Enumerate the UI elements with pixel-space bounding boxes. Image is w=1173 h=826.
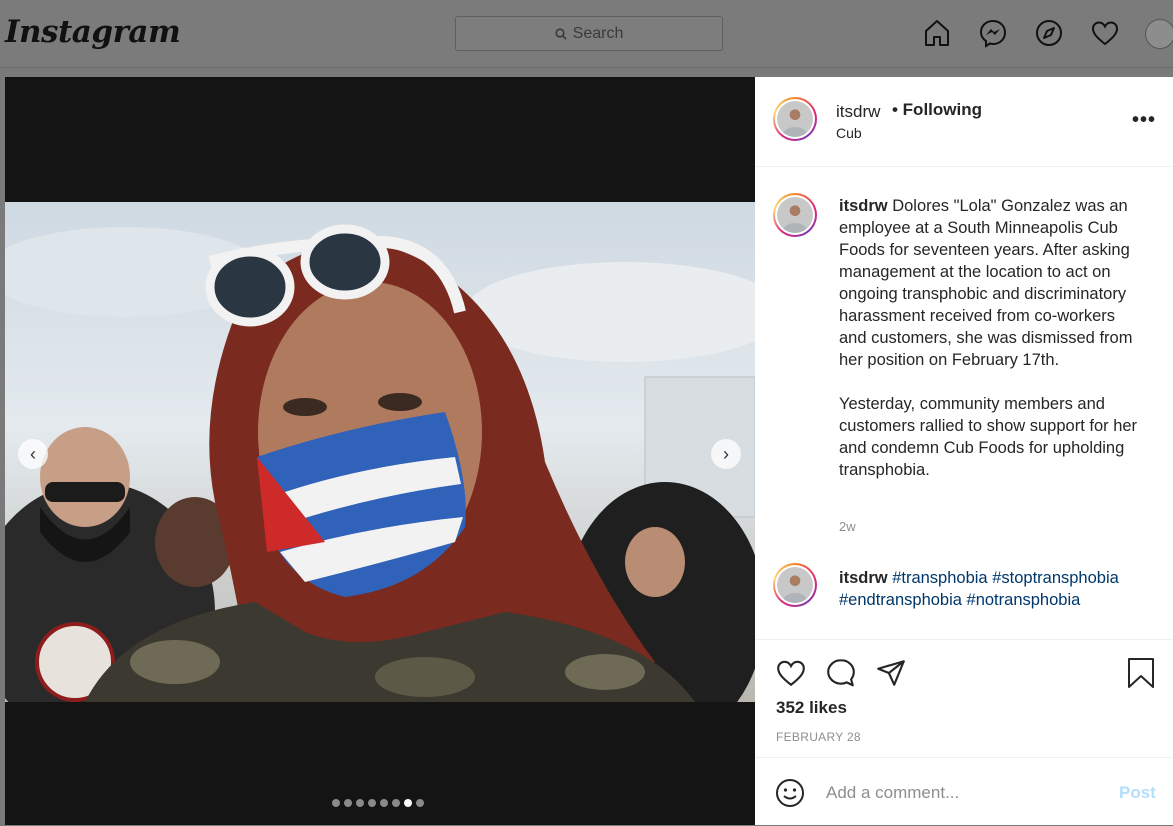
comments-section: itsdrw Dolores "Lola" Gonzalez was an em… bbox=[755, 167, 1173, 639]
post-date: FEBRUARY 28 bbox=[776, 730, 861, 744]
carousel-dot bbox=[356, 799, 364, 807]
likes-count[interactable]: 352 likes bbox=[776, 698, 847, 718]
post-actions: 352 likes FEBRUARY 28 bbox=[755, 639, 1173, 758]
post-header: itsdrw • Following Cub ••• bbox=[755, 77, 1173, 167]
carousel-dot bbox=[332, 799, 340, 807]
like-heart-icon[interactable] bbox=[775, 657, 807, 689]
search-input[interactable]: Search bbox=[455, 16, 723, 51]
chevron-left-icon: ‹ bbox=[30, 443, 36, 464]
post-details-panel: itsdrw • Following Cub ••• itsdrw Dolore… bbox=[755, 77, 1173, 825]
author-avatar[interactable] bbox=[773, 97, 817, 141]
search-placeholder: Search bbox=[572, 24, 624, 42]
profile-avatar[interactable] bbox=[1145, 19, 1173, 49]
carousel-next-button[interactable]: › bbox=[711, 439, 741, 469]
carousel-indicator bbox=[332, 799, 424, 807]
comment-text: itsdrw #transphobia #stoptransphobia #en… bbox=[839, 567, 1129, 611]
carousel-dot bbox=[368, 799, 376, 807]
hashtag-link[interactable]: #transphobia bbox=[892, 569, 987, 587]
home-icon[interactable] bbox=[922, 18, 952, 48]
caption-text: itsdrw Dolores "Lola" Gonzalez was an em… bbox=[839, 195, 1144, 481]
comment-bubble-icon[interactable] bbox=[825, 657, 857, 689]
hashtag-link[interactable]: #endtransphobia bbox=[839, 591, 962, 609]
hashtag-link[interactable]: #notransphobia bbox=[967, 591, 1081, 609]
share-icon[interactable] bbox=[875, 657, 907, 689]
caption-time: 2w bbox=[839, 519, 856, 534]
caption-body-2: Yesterday, community members and custome… bbox=[839, 395, 1138, 479]
post-media: ‹ › bbox=[5, 77, 755, 825]
add-comment-bar: Add a comment... Post bbox=[755, 757, 1173, 826]
comment-username[interactable]: itsdrw bbox=[839, 569, 888, 587]
carousel-dot bbox=[392, 799, 400, 807]
caption-body: Dolores "Lola" Gonzalez was an employee … bbox=[839, 197, 1133, 369]
comment-input[interactable]: Add a comment... bbox=[826, 783, 959, 803]
author-username[interactable]: itsdrw bbox=[836, 102, 880, 122]
chevron-right-icon: › bbox=[723, 443, 729, 464]
post-location[interactable]: Cub bbox=[836, 125, 862, 141]
emoji-icon[interactable] bbox=[775, 778, 805, 808]
post-photo bbox=[5, 202, 755, 702]
instagram-logo[interactable]: Instagram bbox=[5, 14, 181, 50]
caption-username[interactable]: itsdrw bbox=[839, 197, 888, 215]
search-icon bbox=[555, 27, 567, 40]
post-comment-button[interactable]: Post bbox=[1119, 783, 1156, 803]
carousel-dot bbox=[404, 799, 412, 807]
explore-icon[interactable] bbox=[1034, 18, 1064, 48]
carousel-dot bbox=[344, 799, 352, 807]
caption-avatar[interactable] bbox=[773, 193, 817, 237]
carousel-prev-button[interactable]: ‹ bbox=[18, 439, 48, 469]
save-bookmark-icon[interactable] bbox=[1126, 657, 1156, 689]
comment-avatar[interactable] bbox=[773, 563, 817, 607]
carousel-dot bbox=[416, 799, 424, 807]
activity-heart-icon[interactable] bbox=[1090, 18, 1120, 48]
top-navigation: Instagram Search bbox=[0, 0, 1173, 68]
photo-illustration bbox=[5, 224, 755, 702]
following-status[interactable]: • Following bbox=[892, 100, 982, 120]
more-options-icon[interactable]: ••• bbox=[1132, 109, 1156, 132]
hashtag-link[interactable]: #stoptransphobia bbox=[992, 569, 1119, 587]
carousel-dot bbox=[380, 799, 388, 807]
messenger-icon[interactable] bbox=[978, 18, 1008, 48]
